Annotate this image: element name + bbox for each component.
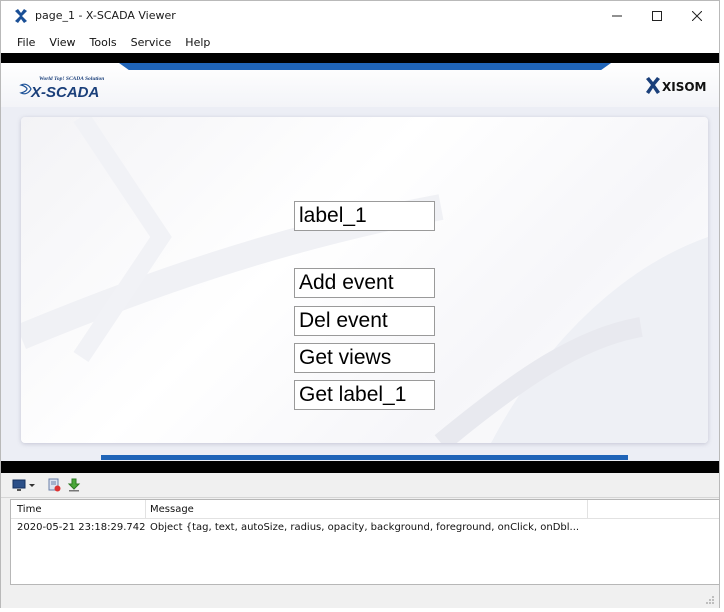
close-icon	[692, 11, 702, 21]
svg-text:World Top! SCADA Solution: World Top! SCADA Solution	[39, 76, 104, 82]
clear-log-icon[interactable]	[47, 478, 61, 492]
menu-help[interactable]: Help	[185, 36, 210, 49]
del-event-button[interactable]: Del event	[294, 306, 435, 336]
download-icon[interactable]	[67, 478, 81, 492]
monitor-icon[interactable]	[12, 478, 26, 492]
x-scada-app-icon	[15, 9, 27, 23]
minimize-button[interactable]	[597, 1, 637, 31]
menu-service[interactable]: Service	[131, 36, 172, 49]
column-header-message[interactable]: Message	[150, 504, 194, 515]
log-time-cell: 2020-05-21 23:18:29.742	[17, 522, 146, 533]
status-bar	[1, 586, 719, 608]
resize-grip-icon[interactable]	[705, 595, 715, 605]
column-divider[interactable]	[145, 500, 146, 518]
x-scada-logo: World Top! SCADA Solution X-SCADA	[19, 76, 104, 101]
label-1: label_1	[294, 201, 435, 231]
header-accent-bar	[119, 63, 611, 70]
maximize-button[interactable]	[637, 1, 677, 31]
maximize-icon	[652, 11, 662, 21]
log-message-cell: Object {tag, text, autoSize, radius, opa…	[150, 522, 580, 533]
bottom-accent-bar	[101, 455, 628, 460]
log-row[interactable]: 2020-05-21 23:18:29.742 Object {tag, tex…	[11, 521, 719, 537]
menu-tools[interactable]: Tools	[90, 36, 117, 49]
title-bar[interactable]: page_1 - X-SCADA Viewer	[1, 1, 719, 31]
log-toolbar	[1, 473, 719, 498]
column-divider[interactable]	[587, 500, 588, 518]
window-title: page_1 - X-SCADA Viewer	[35, 9, 176, 22]
svg-text:XISOM: XISOM	[662, 80, 707, 94]
event-log-table[interactable]: Time Message 2020-05-21 23:18:29.742 Obj…	[10, 499, 720, 585]
scada-header: World Top! SCADA Solution X-SCADA XISOM	[1, 63, 719, 107]
menu-file[interactable]: File	[17, 36, 35, 49]
frame-bottom-border	[1, 461, 719, 473]
app-window: page_1 - X-SCADA Viewer File View Tools …	[0, 0, 720, 608]
column-header-time[interactable]: Time	[17, 504, 41, 515]
menu-bar: File View Tools Service Help	[1, 31, 719, 53]
dropdown-arrow-icon[interactable]	[28, 478, 36, 492]
svg-text:X-SCADA: X-SCADA	[30, 84, 99, 101]
close-button[interactable]	[677, 1, 717, 31]
add-event-button[interactable]: Add event	[294, 268, 435, 298]
xisom-logo: XISOM	[646, 77, 707, 94]
log-header-row: Time Message	[11, 500, 719, 519]
get-views-button[interactable]: Get views	[294, 343, 435, 373]
menu-view[interactable]: View	[49, 36, 75, 49]
minimize-icon	[612, 15, 622, 17]
frame-top-border	[1, 53, 719, 63]
get-label-1-button[interactable]: Get label_1	[294, 380, 435, 410]
